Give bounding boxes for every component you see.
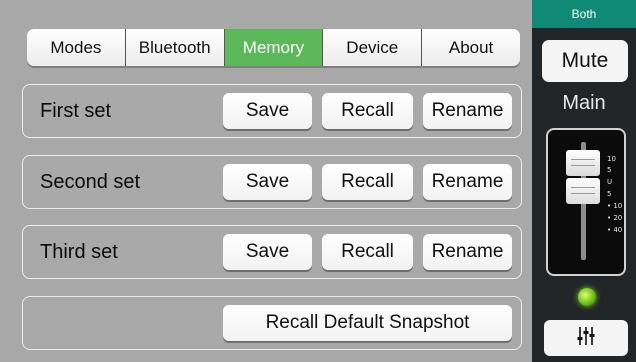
- fader-tick: 10: [607, 155, 616, 163]
- first-set-rename-button[interactable]: Rename: [423, 93, 512, 129]
- channel-label: Main: [562, 91, 606, 114]
- fader-tick: • 20: [607, 214, 623, 222]
- first-set-save-button[interactable]: Save: [223, 93, 312, 129]
- fader-tick: • 40: [607, 226, 623, 234]
- tab-memory[interactable]: Memory: [224, 29, 324, 66]
- third-set-recall-button[interactable]: Recall: [322, 234, 413, 270]
- third-set-rename-button[interactable]: Rename: [423, 234, 512, 270]
- second-set-recall-button[interactable]: Recall: [322, 164, 413, 200]
- second-set-label: Second set: [40, 170, 141, 193]
- recall-default-snapshot-button[interactable]: Recall Default Snapshot: [223, 305, 512, 341]
- tab-bar: Modes Bluetooth Memory Device About: [27, 29, 520, 66]
- link-mode-header[interactable]: Both: [532, 0, 636, 28]
- second-set-rename-button[interactable]: Rename: [423, 164, 512, 200]
- fader-tick: 5: [607, 190, 612, 198]
- mute-button[interactable]: Mute: [542, 40, 628, 82]
- second-set-panel: Second set Save Recall Rename: [22, 155, 522, 209]
- tab-device[interactable]: Device: [323, 29, 423, 66]
- fader-tick: • 10: [607, 202, 623, 210]
- default-snapshot-panel: Recall Default Snapshot: [22, 296, 522, 350]
- third-set-label: Third set: [40, 240, 118, 263]
- tab-modes[interactable]: Modes: [27, 29, 126, 66]
- first-set-recall-button[interactable]: Recall: [322, 93, 413, 129]
- third-set-save-button[interactable]: Save: [223, 234, 312, 270]
- mixer-settings-button[interactable]: [544, 320, 628, 356]
- mixer-sliders-icon: [575, 325, 597, 352]
- signal-led: [578, 288, 596, 306]
- fader-tick: 5: [607, 166, 612, 174]
- fader-tick: U: [607, 178, 613, 186]
- tab-bluetooth[interactable]: Bluetooth: [125, 29, 225, 66]
- fader-cap-right[interactable]: [566, 178, 600, 204]
- first-set-panel: First set Save Recall Rename: [22, 84, 522, 138]
- memory-page: Modes Bluetooth Memory Device About Firs…: [0, 0, 532, 362]
- fader-cap-left[interactable]: [566, 150, 600, 176]
- main-fader[interactable]: 10 5 U 5 • 10 • 20 • 40: [546, 128, 626, 276]
- first-set-label: First set: [40, 99, 112, 122]
- channel-strip: Both Mute Main 10 5 U 5 • 10 • 20 • 40: [532, 0, 636, 362]
- third-set-panel: Third set Save Recall Rename: [22, 225, 522, 279]
- tab-about[interactable]: About: [422, 29, 520, 66]
- second-set-save-button[interactable]: Save: [223, 164, 312, 200]
